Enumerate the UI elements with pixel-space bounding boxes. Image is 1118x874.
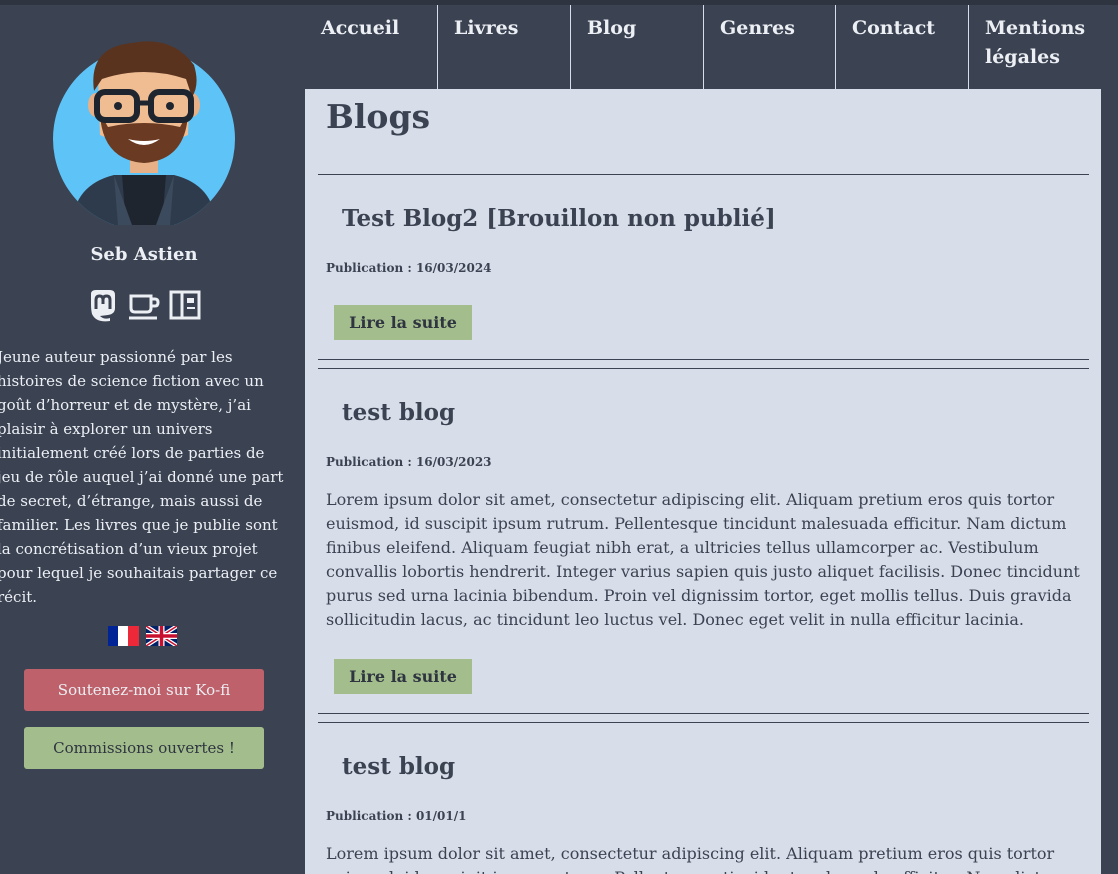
commissions-button[interactable]: Commissions ouvertes ! (24, 727, 264, 769)
post-date: Publication : 16/03/2024 (326, 261, 492, 275)
main-nav: Accueil Livres Blog Genres Contact Menti… (305, 5, 1101, 89)
blog-list: Blogs Test Blog2 [Brouillon non publié] … (305, 89, 1101, 874)
read-more-button[interactable]: Lire la suite (334, 659, 472, 694)
post-title[interactable]: test blog (342, 399, 455, 426)
uk-flag-icon[interactable] (144, 624, 179, 648)
divider (318, 359, 1089, 360)
social-links (86, 288, 206, 322)
author-bio: Jeune auteur passionné par les histoires… (0, 348, 284, 606)
divider (318, 174, 1089, 175)
nav-blog[interactable]: Blog (570, 5, 703, 89)
sidebar: Seb Astien Jeune auteur passionné par le… (0, 5, 288, 874)
page-title: Blogs (326, 97, 431, 136)
divider (318, 722, 1089, 723)
nav-livres[interactable]: Livres (437, 5, 570, 89)
mastodon-icon[interactable] (86, 288, 120, 322)
nav-contact[interactable]: Contact (835, 5, 968, 89)
author-name: Seb Astien (90, 244, 198, 265)
author-avatar (53, 41, 235, 225)
kofi-cup-icon[interactable] (127, 288, 161, 322)
post-title[interactable]: test blog (342, 753, 455, 780)
post-excerpt: Lorem ipsum dolor sit amet, consectetur … (326, 844, 1066, 874)
divider (318, 368, 1089, 369)
read-more-button[interactable]: Lire la suite (334, 305, 472, 340)
nav-accueil[interactable]: Accueil (305, 5, 437, 89)
post-date: Publication : 16/03/2023 (326, 455, 492, 469)
nav-genres[interactable]: Genres (703, 5, 835, 89)
nav-mentions-legales[interactable]: Mentions légales (968, 5, 1101, 89)
post-title[interactable]: Test Blog2 [Brouillon non publié] (342, 205, 776, 232)
post-excerpt: Lorem ipsum dolor sit amet, consectetur … (326, 490, 1080, 629)
kofi-button[interactable]: Soutenez-moi sur Ko-fi (24, 669, 264, 711)
blog-layout-icon[interactable] (168, 288, 202, 322)
fr-flag-icon[interactable] (108, 626, 139, 646)
divider (318, 713, 1089, 714)
post-date: Publication : 01/01/1 (326, 809, 467, 823)
